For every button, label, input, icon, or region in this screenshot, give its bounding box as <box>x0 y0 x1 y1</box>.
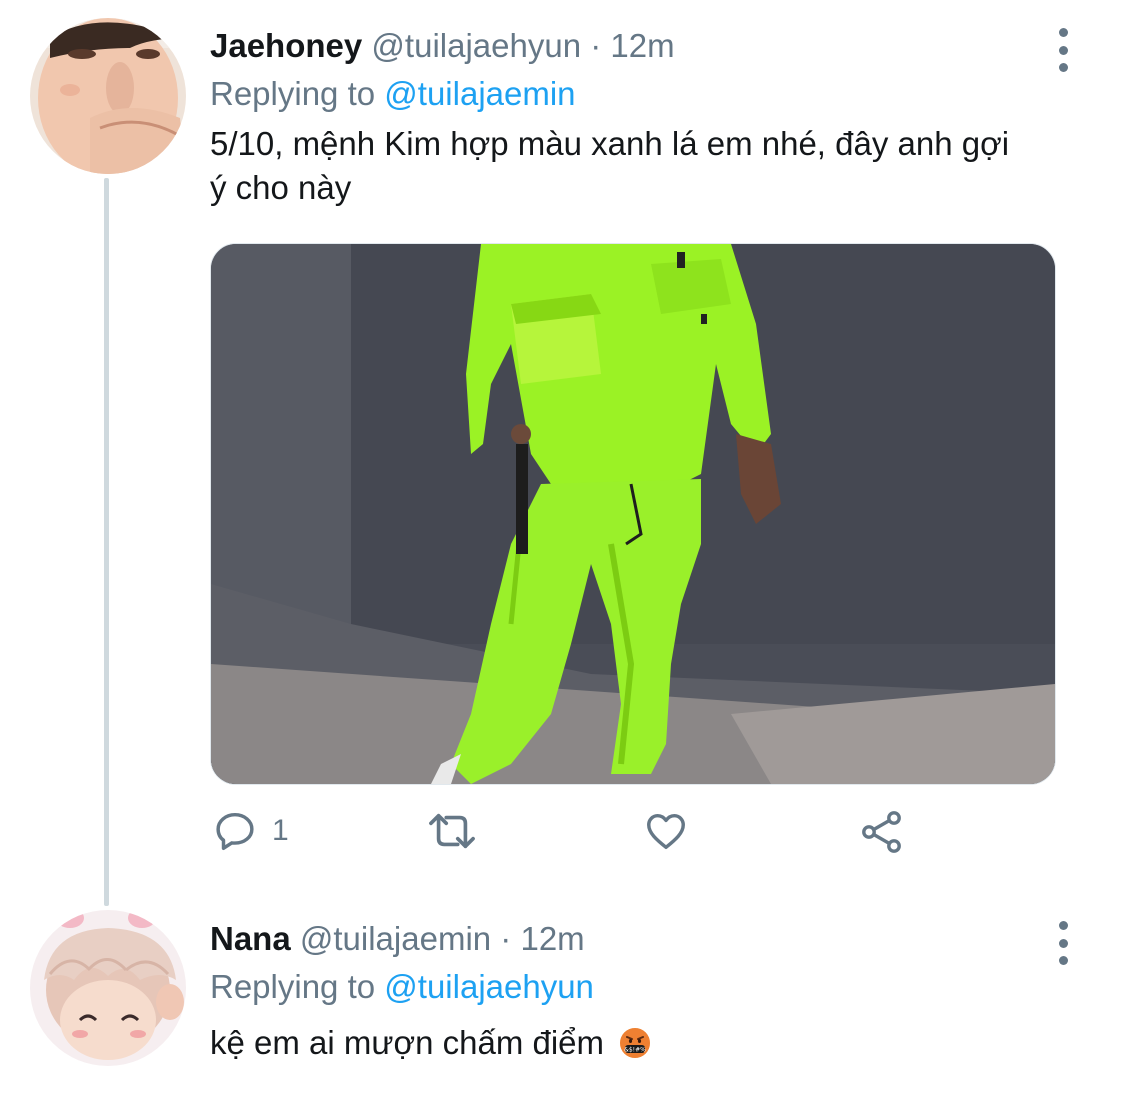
face-with-symbols-on-mouth-emoji: &$!#% <box>619 1026 651 1058</box>
tweet-header: Nana @tuilajaemin · 12m <box>210 915 1075 963</box>
user-handle[interactable]: @tuilajaemin <box>300 920 491 957</box>
replying-to-mention[interactable]: @tuilajaemin <box>384 75 575 112</box>
share-icon <box>862 811 901 853</box>
tweet-jaehoney[interactable]: Jaehoney @tuilajaehyun · 12m Replying to… <box>210 22 1075 210</box>
replying-to-line: Replying to @tuilajaemin <box>210 70 1075 118</box>
tweet-text-line-1: 5/10, mệnh Kim hợp màu xanh lá em nhé, đ… <box>210 125 1010 162</box>
avatar-jaehoney[interactable] <box>30 18 186 174</box>
like-icon <box>647 813 685 850</box>
tweet-nana[interactable]: Nana @tuilajaemin · 12m Replying to @tui… <box>210 915 1075 1065</box>
svg-text:&$!#%: &$!#% <box>624 1047 646 1054</box>
reply-count: 1 <box>272 814 289 847</box>
share-button[interactable] <box>858 808 906 856</box>
like-button[interactable] <box>642 808 690 854</box>
tweet-text: kệ em ai mượn chấm điểm &$!#% <box>210 1021 1075 1065</box>
more-vertical-icon[interactable] <box>1051 921 1075 965</box>
thread-connector-line <box>104 178 109 906</box>
tweet-media-image[interactable] <box>210 243 1056 785</box>
avatar-nana[interactable] <box>30 910 186 1066</box>
replying-to-line: Replying to @tuilajaehyun <box>210 963 1075 1011</box>
tweet-header: Jaehoney @tuilajaehyun · 12m <box>210 22 1075 70</box>
tweet-actions: 1 <box>212 808 912 864</box>
display-name[interactable]: Jaehoney <box>210 27 362 64</box>
replying-to-mention[interactable]: @tuilajaehyun <box>384 968 594 1005</box>
tweet-text: 5/10, mệnh Kim hợp màu xanh lá em nhé, đ… <box>210 122 1075 210</box>
retweet-icon <box>429 813 475 849</box>
reply-button[interactable]: 1 <box>212 808 289 854</box>
meta-separator: · <box>500 920 512 957</box>
display-name[interactable]: Nana <box>210 920 291 957</box>
reply-icon <box>216 812 254 850</box>
timestamp[interactable]: 12m <box>610 27 674 64</box>
timestamp[interactable]: 12m <box>520 920 584 957</box>
meta-separator: · <box>590 27 602 64</box>
tweet-text-content: kệ em ai mượn chấm điểm <box>210 1024 605 1061</box>
replying-prefix: Replying to <box>210 75 376 112</box>
replying-prefix: Replying to <box>210 968 376 1005</box>
more-vertical-icon[interactable] <box>1051 28 1075 72</box>
user-handle[interactable]: @tuilajaehyun <box>371 27 581 64</box>
retweet-button[interactable] <box>424 808 480 854</box>
tweet-text-line-2: ý cho này <box>210 169 352 206</box>
